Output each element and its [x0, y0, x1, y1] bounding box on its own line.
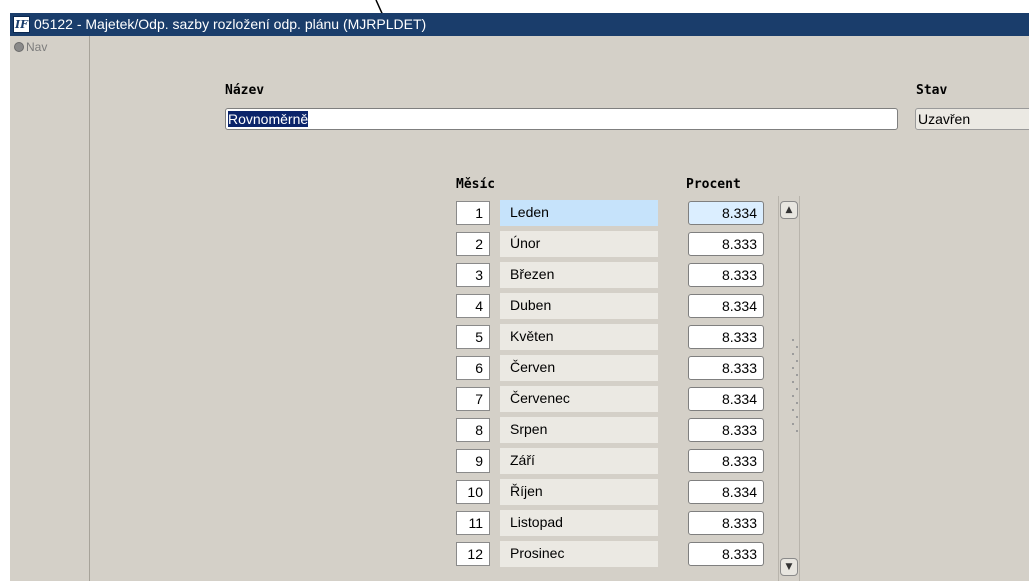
month-number-field[interactable]: 1: [456, 201, 490, 225]
grip-dot: [792, 423, 794, 425]
grip-dot: [796, 346, 798, 348]
name-label: Název: [225, 83, 265, 98]
grip-dot: [796, 360, 798, 362]
percent-input[interactable]: 8.333: [688, 232, 764, 256]
percent-input[interactable]: 8.334: [688, 201, 764, 225]
grip-dot: [796, 430, 798, 432]
month-number-field[interactable]: 12: [456, 542, 490, 566]
month-name-field[interactable]: Říjen: [500, 479, 658, 505]
month-number-field[interactable]: 9: [456, 449, 490, 473]
month-column-header: Měsíc: [456, 177, 496, 192]
app-logo-icon: IF: [13, 16, 30, 33]
month-number-field[interactable]: 6: [456, 356, 490, 380]
month-name-field[interactable]: Únor: [500, 231, 658, 257]
grip-dot: [796, 416, 798, 418]
status-field[interactable]: Uzavřen: [915, 108, 1029, 130]
month-number-field[interactable]: 4: [456, 294, 490, 318]
radio-dot-icon: [14, 42, 24, 52]
name-input-value: Rovnoměrně: [228, 111, 309, 127]
month-name-field[interactable]: Září: [500, 448, 658, 474]
percent-input[interactable]: 8.334: [688, 480, 764, 504]
percent-input[interactable]: 8.333: [688, 542, 764, 566]
month-number-field[interactable]: 5: [456, 325, 490, 349]
status-label: Stav: [916, 83, 948, 98]
grip-dot: [792, 339, 794, 341]
percent-input[interactable]: 8.334: [688, 387, 764, 411]
month-name-field[interactable]: Květen: [500, 324, 658, 350]
scroll-up-icon[interactable]: ▲: [780, 201, 798, 219]
month-number-field[interactable]: 10: [456, 480, 490, 504]
percent-input[interactable]: 8.334: [688, 294, 764, 318]
grip-dot: [796, 374, 798, 376]
month-number-field[interactable]: 3: [456, 263, 490, 287]
month-name-field[interactable]: Srpen: [500, 417, 658, 443]
grip-dot: [792, 409, 794, 411]
month-name-field[interactable]: Červenec: [500, 386, 658, 412]
month-number-field[interactable]: 7: [456, 387, 490, 411]
month-number-field[interactable]: 11: [456, 511, 490, 535]
percent-column-header: Procent: [686, 177, 741, 192]
month-name-field[interactable]: Leden: [500, 200, 658, 226]
percent-input[interactable]: 8.333: [688, 325, 764, 349]
window-title: 05122 - Majetek/Odp. sazby rozložení odp…: [34, 16, 427, 32]
grip-dot: [792, 367, 794, 369]
grip-dot: [796, 402, 798, 404]
month-number-field[interactable]: 8: [456, 418, 490, 442]
month-name-field[interactable]: Listopad: [500, 510, 658, 536]
scroll-down-icon[interactable]: ▼: [780, 558, 798, 576]
percent-input[interactable]: 8.333: [688, 418, 764, 442]
percent-input[interactable]: 8.333: [688, 511, 764, 535]
grip-dot: [792, 381, 794, 383]
percent-input[interactable]: 8.333: [688, 449, 764, 473]
grip-dot: [792, 353, 794, 355]
month-name-field[interactable]: Duben: [500, 293, 658, 319]
month-name-field[interactable]: Březen: [500, 262, 658, 288]
nav-radio[interactable]: Nav: [14, 40, 47, 54]
grip-dot: [792, 395, 794, 397]
application-window: IF 05122 - Majetek/Odp. sazby rozložení …: [10, 13, 1029, 581]
month-number-field[interactable]: 2: [456, 232, 490, 256]
nav-label: Nav: [26, 40, 48, 54]
title-bar: IF 05122 - Majetek/Odp. sazby rozložení …: [10, 13, 1029, 36]
grip-dot: [796, 388, 798, 390]
name-input[interactable]: Rovnoměrně: [225, 108, 898, 130]
percent-input[interactable]: 8.333: [688, 263, 764, 287]
navigation-panel: Nav: [10, 36, 90, 581]
month-name-field[interactable]: Červen: [500, 355, 658, 381]
month-name-field[interactable]: Prosinec: [500, 541, 658, 567]
percent-input[interactable]: 8.333: [688, 356, 764, 380]
